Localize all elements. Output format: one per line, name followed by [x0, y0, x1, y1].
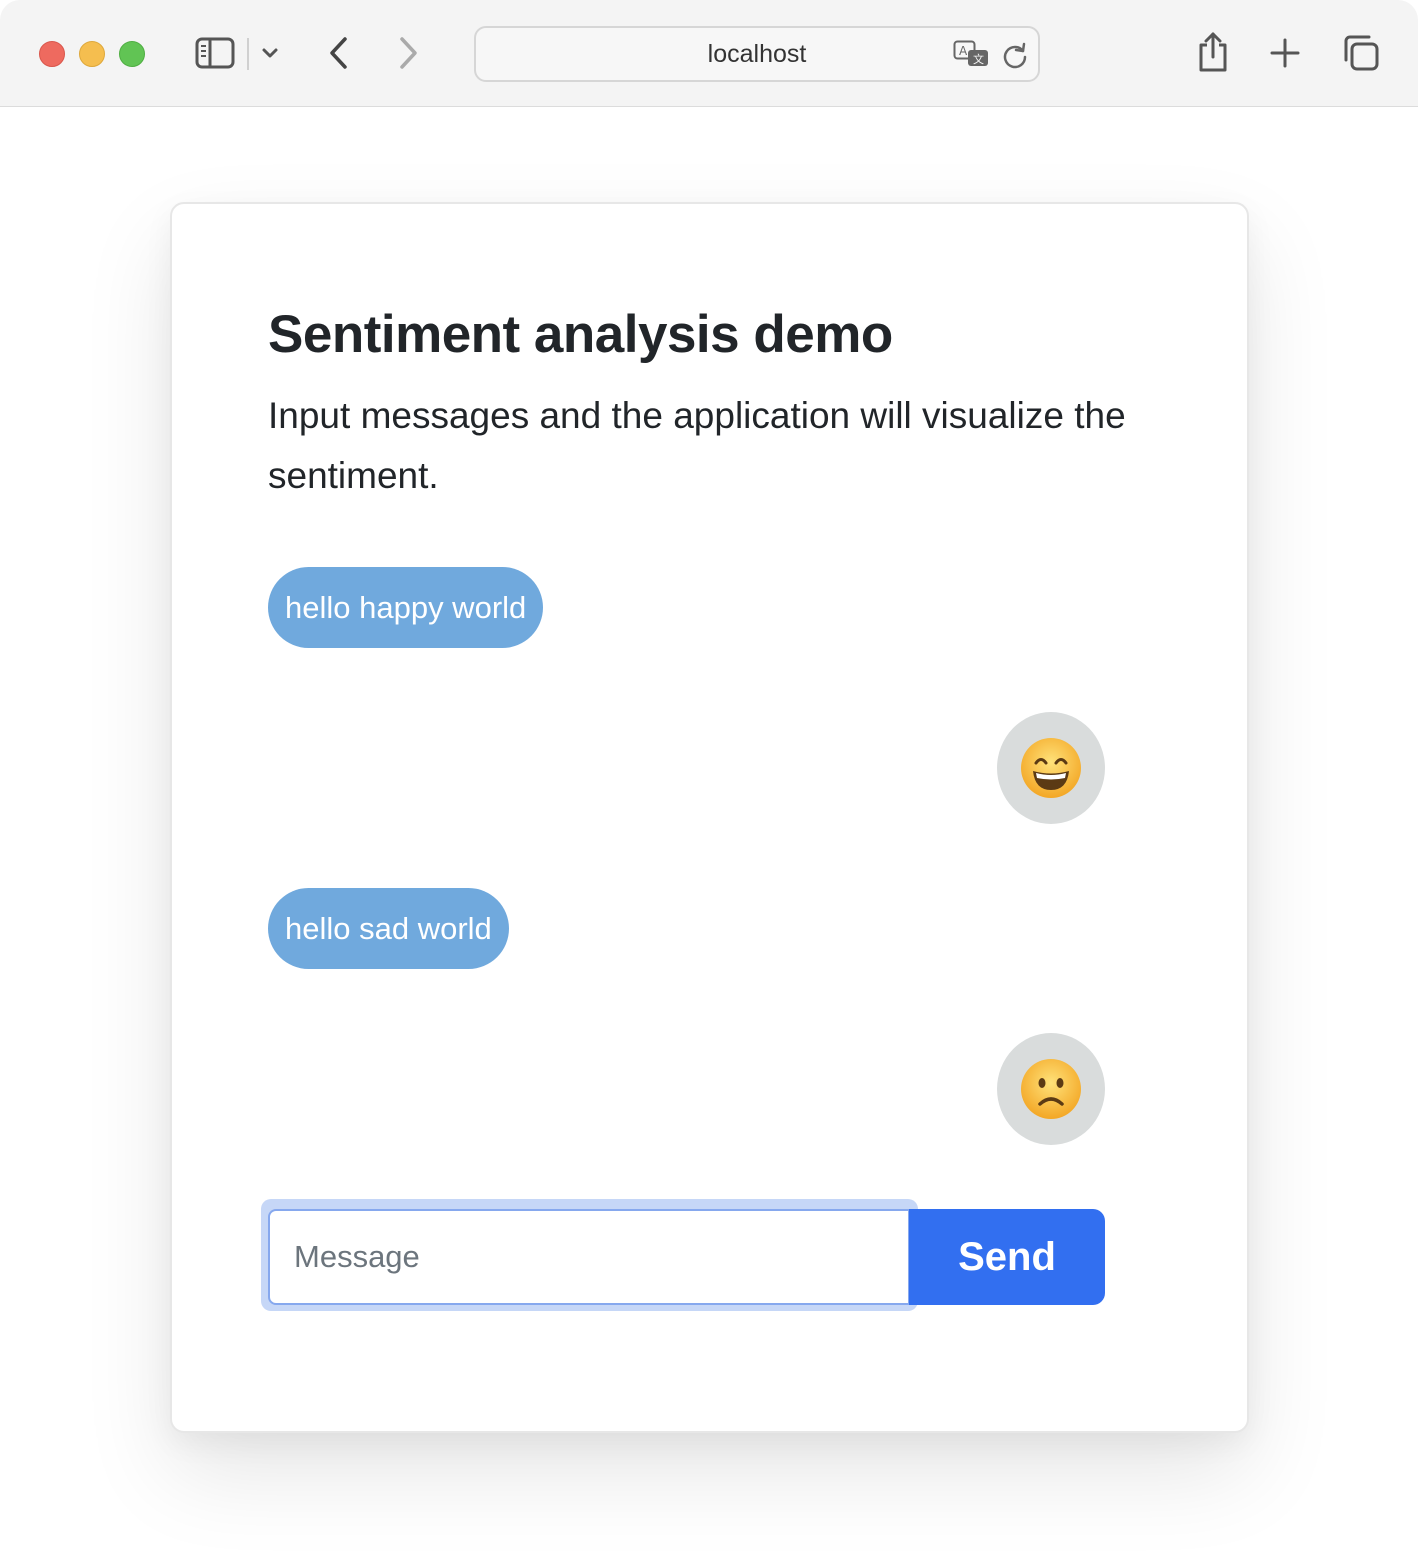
sidebar-icon[interactable]	[194, 36, 236, 70]
message-bubble: hello happy world	[268, 567, 544, 648]
zoom-window-button[interactable]	[119, 41, 145, 67]
browser-toolbar: localhost A 文	[0, 0, 1418, 107]
svg-text:A: A	[959, 44, 968, 58]
svg-text:文: 文	[973, 52, 984, 66]
address-bar[interactable]: localhost A 文	[474, 26, 1040, 82]
tab-overview-icon[interactable]	[1341, 33, 1381, 73]
sentiment-card: Sentiment analysis demo Input messages a…	[170, 202, 1249, 1433]
share-icon[interactable]	[1194, 30, 1232, 74]
page-title: Sentiment analysis demo	[268, 305, 893, 364]
chevron-right-icon[interactable]	[393, 35, 425, 71]
toolbar-divider	[247, 38, 249, 70]
chevron-left-icon[interactable]	[322, 35, 354, 71]
chevron-down-icon[interactable]	[259, 44, 281, 62]
translate-icon[interactable]: A 文	[952, 39, 992, 71]
message-input[interactable]	[268, 1209, 910, 1305]
sentiment-reaction-happy	[997, 712, 1105, 824]
message-bubble: hello sad world	[268, 888, 509, 969]
grinning-face-icon	[1021, 738, 1081, 798]
browser-window: localhost A 文 Sentiment analysis demo In…	[0, 0, 1418, 1558]
minimize-window-button[interactable]	[79, 41, 105, 67]
reload-icon[interactable]	[1000, 41, 1030, 71]
frowning-face-icon	[1021, 1059, 1081, 1119]
sentiment-reaction-sad	[997, 1033, 1105, 1145]
send-button[interactable]: Send	[909, 1209, 1105, 1305]
close-window-button[interactable]	[39, 41, 65, 67]
plus-icon[interactable]	[1268, 36, 1302, 70]
page-subtitle: Input messages and the application will …	[268, 395, 1126, 496]
